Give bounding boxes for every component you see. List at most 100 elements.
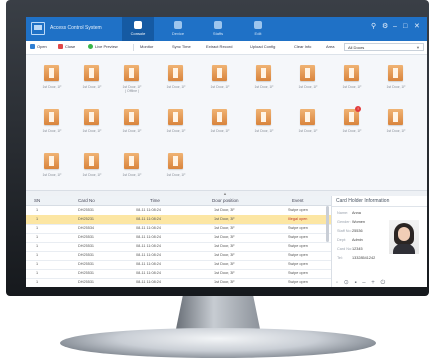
card-holder-title: Card Holder Information	[336, 198, 390, 204]
door-item[interactable]: 1st Door, 1F( Offline )	[116, 61, 148, 95]
tab-edit[interactable]: Edit	[242, 17, 274, 41]
cell-event: Swipe open	[288, 262, 308, 266]
cell-time: 08-11 11:08:24	[136, 217, 161, 221]
door-label: 1st Door, 1F	[166, 129, 186, 133]
monitor-buttons[interactable]: ◦ ⊙ ▪ – + ⏻	[336, 279, 387, 287]
door-item[interactable]: 1st Door, 1F	[204, 61, 236, 95]
cell-door-position: 1st Door, 3F	[214, 217, 235, 221]
door-item[interactable]: 1st Door, 1F	[76, 149, 108, 183]
monitor-stand-neck	[176, 296, 260, 329]
tab-device[interactable]: Device	[162, 17, 194, 41]
card-holder-tel: Tel: 13328541242	[337, 256, 375, 260]
area-dropdown[interactable]: All Doors ▼	[344, 43, 424, 51]
door-item[interactable]: 1st Door, 1F	[380, 61, 412, 95]
door-icon	[212, 65, 227, 81]
door-icon	[84, 109, 99, 125]
door-item[interactable]: 1st Door, 1F	[36, 61, 68, 95]
live-preview-label: Live Preview	[95, 44, 118, 49]
title-bar: Access Control System Console Device Sta…	[26, 17, 427, 41]
chevron-down-icon: ▼	[416, 45, 420, 50]
door-item[interactable]: 1st Door, 1F	[380, 105, 412, 139]
tab-staffs[interactable]: Staffs	[202, 17, 234, 41]
cell-event: Swipe open	[288, 244, 308, 248]
cell-time: 08-11 11:08:24	[136, 226, 161, 230]
door-label: 1st Door, 1F	[254, 129, 274, 133]
door-item[interactable]: 1st Door, 1F	[36, 149, 68, 183]
cell-time: 08-11 11:08:24	[136, 235, 161, 239]
door-item[interactable]: 1st Door, 1F	[76, 105, 108, 139]
minimize-button[interactable]: –	[393, 23, 397, 31]
door-item[interactable]: 1st Door, 1F	[36, 105, 68, 139]
clear-info-button[interactable]: Clear Info	[294, 44, 311, 50]
settings-icon[interactable]: ⚙	[382, 23, 388, 31]
door-icon	[168, 109, 183, 125]
door-item[interactable]: 1st Door, 1F	[336, 61, 368, 95]
cell-sn: 1	[36, 244, 39, 248]
door-icon	[388, 65, 403, 81]
field-value: Admin	[352, 238, 363, 242]
cell-event: Swipe open	[288, 208, 308, 212]
console-icon	[134, 21, 142, 29]
close-button[interactable]: ✕	[414, 23, 420, 31]
close-door-button[interactable]: Close	[58, 44, 75, 50]
door-icon	[168, 65, 183, 81]
card-holder-photo	[389, 220, 419, 254]
door-item[interactable]: 1st Door, 1F	[160, 105, 192, 139]
tab-label: Device	[171, 31, 185, 36]
photo-body	[393, 244, 415, 254]
door-item[interactable]: 1st Door, 1F	[116, 149, 148, 183]
maximize-button[interactable]: □	[403, 23, 407, 31]
monitor-button[interactable]: Monitor	[140, 44, 153, 50]
column-header-card-no[interactable]: Card No	[78, 198, 95, 203]
event-table-scrollbar[interactable]	[326, 206, 329, 242]
door-item[interactable]: ! 1st Door, 1F	[336, 105, 368, 139]
user-icon[interactable]: ⚲	[371, 23, 376, 31]
open-label: Open	[37, 44, 47, 49]
door-icon	[44, 109, 59, 125]
monitor-stand-base	[60, 328, 376, 358]
table-row[interactable]: 1 DH25531 08-11 11:08:24 1st Door, 3F Sw…	[26, 278, 331, 287]
card-holder-card-no: Card No:12345	[337, 247, 363, 251]
door-item[interactable]: 1st Door, 1F	[292, 105, 324, 139]
column-header-time[interactable]: Time	[150, 198, 160, 203]
app-window: Access Control System Console Device Sta…	[26, 17, 427, 287]
door-icon	[168, 153, 183, 169]
live-preview-button[interactable]: Live Preview	[88, 44, 118, 50]
door-item[interactable]: 1st Door, 1F	[248, 61, 280, 95]
door-item[interactable]: 1st Door, 1F	[160, 61, 192, 95]
open-button[interactable]: Open	[30, 44, 47, 50]
close-icon	[58, 44, 63, 50]
cell-card-no: DH25534	[78, 226, 95, 230]
door-status: ( Offline )	[124, 89, 140, 93]
door-icon	[124, 65, 139, 81]
app-title: Access Control System	[50, 25, 102, 31]
cell-door-position: 1st Door, 3F	[214, 253, 235, 257]
column-header-event[interactable]: Event	[292, 198, 304, 203]
field-key: Card No:	[337, 247, 353, 251]
upload-config-button[interactable]: Upload Config	[250, 44, 275, 50]
area-value: All Doors	[348, 45, 365, 50]
door-label: 1st Door, 1F	[82, 129, 102, 133]
tab-console[interactable]: Console	[122, 17, 154, 41]
column-header-door-position[interactable]: Door position	[212, 198, 239, 203]
tab-label: Console	[130, 31, 146, 36]
door-item[interactable]: 1st Door, 1F	[116, 105, 148, 139]
field-key: Staff No:	[337, 229, 352, 233]
door-icon	[256, 65, 271, 81]
field-key: Dept:	[337, 238, 347, 242]
column-header-sn[interactable]: SN	[34, 198, 40, 203]
field-key: Name:	[337, 211, 349, 215]
door-item[interactable]: 1st Door, 1F	[248, 105, 280, 139]
extract-record-button[interactable]: Extract Record	[206, 44, 232, 50]
cell-sn: 1	[36, 271, 39, 275]
door-item[interactable]: 1st Door, 1F	[160, 149, 192, 183]
card-holder-staff-no: Staff No:25536	[337, 229, 363, 233]
alarm-badge: !	[355, 106, 361, 112]
door-label: 1st Door, 1F	[122, 129, 142, 133]
door-item[interactable]: 1st Door, 1F	[204, 105, 236, 139]
sync-time-button[interactable]: Sync Time	[172, 44, 191, 50]
door-item[interactable]: 1st Door, 1F	[76, 61, 108, 95]
cell-door-position: 1st Door, 3F	[214, 271, 235, 275]
door-icon	[256, 109, 271, 125]
door-item[interactable]: 1st Door, 1F	[292, 61, 324, 95]
